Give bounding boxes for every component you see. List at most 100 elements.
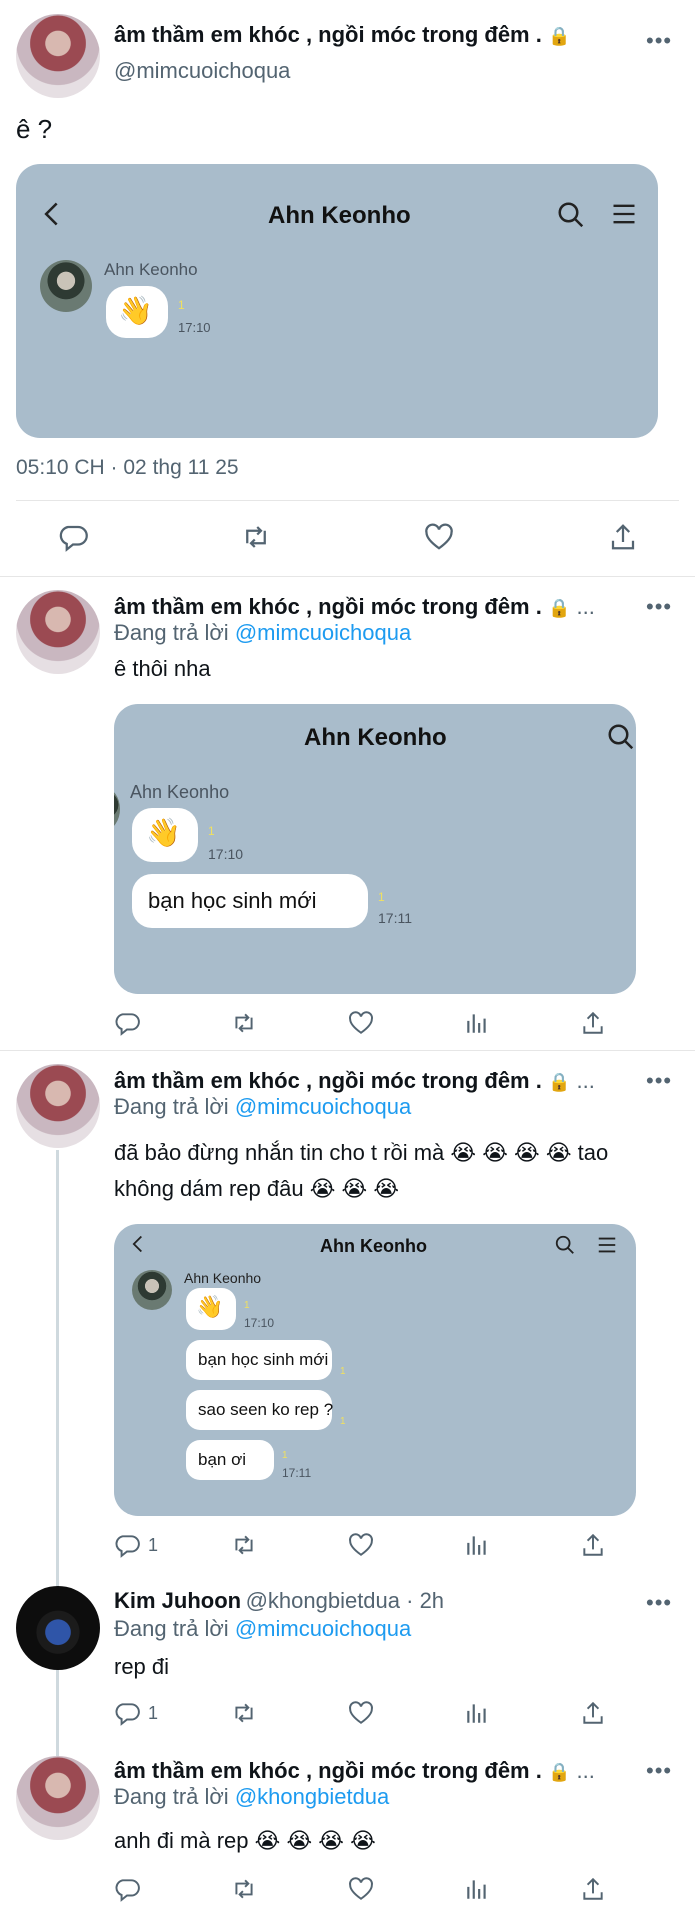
media-image[interactable]: Ahn Keonho Ahn Keonho 👋 1 17:10 bạn học …	[114, 1224, 636, 1516]
display-name[interactable]: âm thầm em khóc , ngồi móc trong đêm . 🔒	[114, 22, 570, 48]
read-mark: 1	[340, 1366, 346, 1377]
lock-icon: 🔒	[547, 1072, 571, 1092]
retweet-icon[interactable]	[230, 1532, 258, 1558]
timestamp[interactable]: 05:10 CH · 02 thg 11 25	[16, 456, 239, 480]
retweet-icon[interactable]	[230, 1700, 258, 1726]
contact-avatar	[132, 1270, 172, 1310]
thread-line	[56, 1150, 59, 1590]
like-icon[interactable]	[348, 1700, 374, 1726]
message-bubble: 👋	[186, 1288, 236, 1330]
display-name-text[interactable]: âm thầm em khóc , ngồi móc trong đêm .	[114, 1758, 542, 1783]
avatar[interactable]	[16, 1756, 100, 1840]
message-time: 17:11	[282, 1466, 312, 1480]
avatar[interactable]	[16, 590, 100, 674]
thread-line	[56, 1662, 59, 1756]
divider	[16, 500, 679, 501]
reply-icon[interactable]	[114, 1700, 140, 1726]
display-name[interactable]: âm thầm em khóc , ngồi móc trong đêm . 🔒…	[114, 1068, 595, 1094]
replying-to-link[interactable]: @mimcuoichoqua	[235, 620, 411, 645]
like-icon[interactable]	[348, 1010, 374, 1036]
lock-icon: 🔒	[547, 598, 571, 618]
contact-avatar	[40, 260, 92, 312]
share-icon[interactable]	[580, 1010, 606, 1036]
like-icon[interactable]	[424, 522, 454, 552]
display-name-text[interactable]: âm thầm em khóc , ngồi móc trong đêm .	[114, 594, 542, 619]
display-name-text[interactable]: âm thầm em khóc , ngồi móc trong đêm .	[114, 22, 542, 47]
share-icon[interactable]	[580, 1876, 606, 1902]
message-bubble: sao seen ko rep ?	[186, 1390, 333, 1430]
views-icon[interactable]	[464, 1532, 490, 1558]
tweet-text: ê ?	[16, 114, 53, 144]
search-icon	[554, 1234, 576, 1256]
avatar[interactable]	[16, 14, 100, 98]
views-icon[interactable]	[464, 1010, 490, 1036]
replying-to: Đang trả lời @mimcuoichoqua	[114, 1616, 411, 1642]
message-time: 17:10	[244, 1316, 275, 1330]
display-name[interactable]: âm thầm em khóc , ngồi móc trong đêm . 🔒…	[114, 1758, 595, 1784]
reply-icon[interactable]	[114, 1532, 140, 1558]
more-options-icon[interactable]: •••	[646, 594, 672, 620]
more-options-icon[interactable]: •••	[646, 1068, 672, 1094]
retweet-icon[interactable]	[230, 1010, 258, 1036]
retweet-icon[interactable]	[230, 1876, 258, 1902]
replying-to-link[interactable]: @mimcuoichoqua	[235, 1094, 411, 1119]
menu-icon	[596, 1234, 618, 1256]
sender-name: Ahn Keonho	[104, 260, 198, 279]
menu-icon	[610, 200, 638, 228]
avatar[interactable]	[16, 1064, 100, 1148]
views-icon[interactable]	[464, 1876, 490, 1902]
reply-icon[interactable]	[114, 1010, 140, 1036]
message-bubble: bạn ơi	[186, 1440, 274, 1480]
display-name-text[interactable]: âm thầm em khóc , ngồi móc trong đêm .	[114, 1068, 542, 1093]
read-mark: 1	[282, 1450, 288, 1461]
more-options-icon[interactable]: •••	[646, 1758, 672, 1784]
lock-icon: 🔒	[547, 1762, 571, 1782]
display-name[interactable]: Kim Juhoon	[114, 1588, 241, 1613]
read-mark: 1	[378, 890, 385, 904]
tweet-text-line: không dám rep đâu 😭 😭 😭	[114, 1176, 400, 1201]
avatar[interactable]	[16, 1586, 100, 1670]
author-line: Kim Juhoon @khongbietdua · 2h	[114, 1588, 444, 1614]
divider	[0, 576, 695, 577]
media-image[interactable]: Ahn Keonho Ahn Keonho 👋 1 17:10 bạn học …	[114, 704, 636, 994]
share-icon[interactable]	[580, 1700, 606, 1726]
more-options-icon[interactable]: •••	[646, 28, 672, 54]
replying-to-label: Đang trả lời	[114, 620, 229, 645]
handle-time[interactable]: @khongbietdua · 2h	[246, 1588, 444, 1613]
message-time: 17:10	[208, 846, 244, 862]
read-mark: 1	[178, 298, 185, 312]
share-icon[interactable]	[608, 522, 638, 552]
reply-icon[interactable]	[58, 522, 88, 552]
replying-to-label: Đang trả lời	[114, 1616, 229, 1641]
message-bubble: bạn học sinh mới	[186, 1340, 332, 1380]
replying-to-link[interactable]: @khongbietdua	[235, 1784, 389, 1809]
like-icon[interactable]	[348, 1532, 374, 1558]
read-mark: 1	[208, 824, 215, 838]
replying-to-link[interactable]: @mimcuoichoqua	[235, 1616, 411, 1641]
tweet-text: anh đi mà rep 😭 😭 😭 😭	[114, 1828, 376, 1853]
back-icon	[38, 200, 66, 228]
share-icon[interactable]	[580, 1532, 606, 1558]
message-bubble: 👋	[132, 808, 198, 862]
handle[interactable]: @mimcuoichoqua	[114, 58, 290, 84]
reply-count: 1	[148, 1703, 159, 1723]
views-icon[interactable]	[464, 1700, 490, 1726]
message-bubble: 👋	[106, 286, 168, 338]
replying-to-label: Đang trả lời	[114, 1784, 229, 1809]
contact-avatar	[114, 788, 120, 830]
reply-count: 1	[148, 1535, 159, 1555]
tweet-text: rep đi	[114, 1654, 170, 1679]
lock-icon: 🔒	[547, 26, 571, 46]
media-image[interactable]: Ahn Keonho Ahn Keonho 👋 1 17:10	[16, 164, 658, 438]
display-name[interactable]: âm thầm em khóc , ngồi móc trong đêm . 🔒…	[114, 594, 595, 620]
read-mark: 1	[340, 1416, 346, 1427]
like-icon[interactable]	[348, 1876, 374, 1902]
sender-name: Ahn Keonho	[130, 782, 230, 802]
back-icon	[128, 1234, 148, 1254]
more-options-icon[interactable]: •••	[646, 1590, 672, 1616]
chat-title: Ahn Keonho	[268, 202, 411, 229]
reply-icon[interactable]	[114, 1876, 140, 1902]
replying-to: Đang trả lời @khongbietdua	[114, 1784, 389, 1810]
retweet-icon[interactable]	[240, 522, 272, 552]
truncation-ellipsis: ...	[576, 1068, 595, 1093]
